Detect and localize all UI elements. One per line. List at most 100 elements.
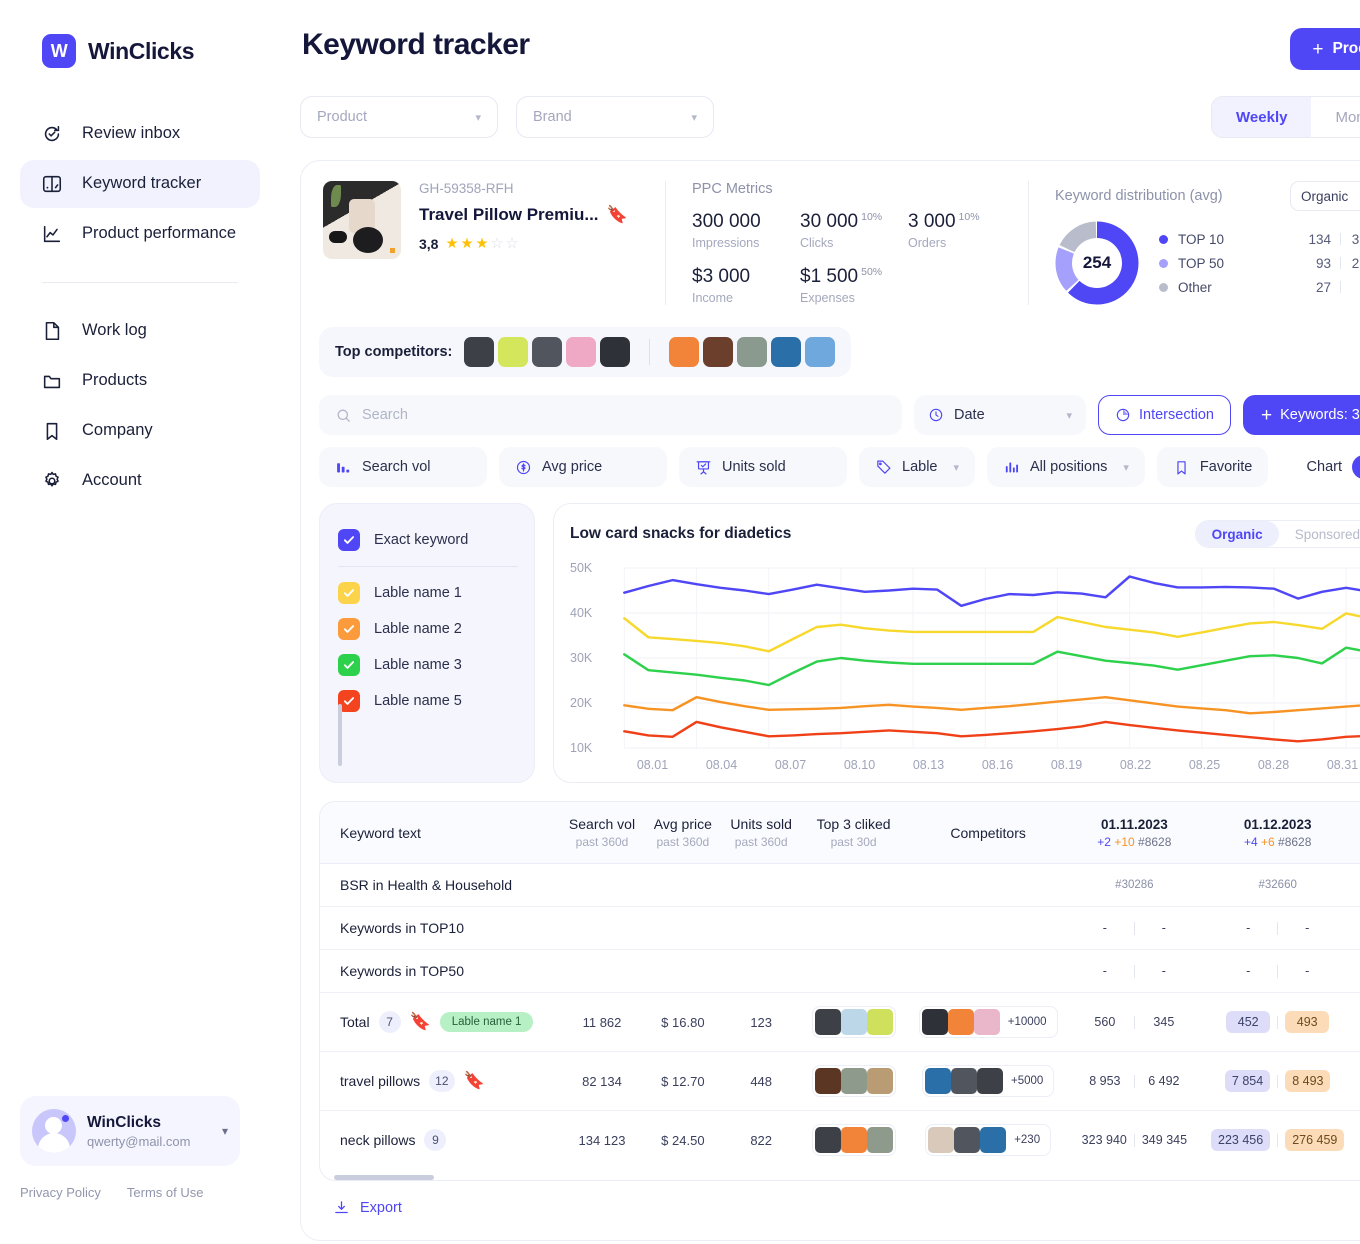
- delta-orange: +10: [1114, 834, 1135, 849]
- tab-sponsored[interactable]: Sponsored: [1279, 521, 1360, 547]
- table-row[interactable]: Total 7 🔖 Lable name 1 11 862 $ 16.80 12…: [320, 992, 1360, 1052]
- bookmark-icon[interactable]: 🔖: [607, 205, 628, 225]
- competitor-thumbnail[interactable]: [464, 337, 495, 367]
- labels-scrollbar[interactable]: [338, 704, 342, 766]
- bars-icon: [1003, 459, 1020, 476]
- chip-units-sold[interactable]: Units sold: [679, 447, 847, 487]
- label-item-2[interactable]: Lable name 2: [338, 611, 518, 647]
- competitor-thumbnail[interactable]: [600, 337, 631, 367]
- sidebar-item-label: Product performance: [82, 224, 237, 243]
- chart-toggle[interactable]: [1352, 455, 1360, 479]
- line-chart-svg: [623, 567, 1360, 749]
- competitor-thumbnail[interactable]: [771, 337, 802, 367]
- label-exact-keyword[interactable]: Exact keyword: [338, 522, 518, 558]
- chip-lable[interactable]: Lable ▾: [859, 447, 976, 487]
- competitors-cell: +5000: [905, 1051, 1071, 1111]
- table-horizontal-scrollbar[interactable]: [334, 1175, 434, 1180]
- tab-organic[interactable]: Organic: [1195, 521, 1279, 547]
- table-row[interactable]: travel pillows 12 🔖 82 134 $ 12.70 448 +…: [320, 1051, 1360, 1111]
- sidebar-item-company[interactable]: Company: [20, 407, 260, 455]
- metric-clicks: 30 000 10% Clicks: [800, 211, 908, 250]
- checkbox-checked-icon[interactable]: [338, 618, 360, 640]
- keyword-text: neck pillows: [340, 1132, 416, 1148]
- sidebar-item-product-performance[interactable]: Product performance: [20, 210, 260, 258]
- avg-price-value: $ 16.80: [644, 992, 722, 1052]
- brand-select[interactable]: Brand ▾: [516, 96, 714, 138]
- add-product-button[interactable]: + Product: [1290, 28, 1360, 70]
- brand-logo[interactable]: W WinClicks: [20, 34, 260, 68]
- keywords-table: Keyword text Search vol past 360d Avg pr…: [319, 801, 1360, 1181]
- competitor-thumbnail[interactable]: [566, 337, 597, 367]
- table-row-top10: Keywords in TOP10 -- -- -: [320, 906, 1360, 950]
- chip-favorite[interactable]: Favorite: [1156, 447, 1269, 487]
- sidebar-item-review-inbox[interactable]: Review inbox: [20, 110, 260, 158]
- table-row[interactable]: neck pillows 9 134 123 $ 24.50 822 +230 …: [320, 1111, 1360, 1170]
- col-date-1[interactable]: 01.11.2023 +2 +10 #8628: [1070, 802, 1199, 864]
- clock-icon: [928, 407, 944, 423]
- label-item-1[interactable]: Lable name 1: [338, 575, 518, 611]
- user-profile-card[interactable]: WinClicks qwerty@mail.com ▾: [20, 1096, 240, 1166]
- chip-avg-price[interactable]: Avg price: [499, 447, 667, 487]
- search-field[interactable]: [319, 395, 902, 435]
- col-units-sold[interactable]: Units sold past 360d: [721, 802, 802, 864]
- chart-region: Exact keyword Lable name 1 Lable name 2: [319, 503, 1360, 783]
- checkbox-checked-icon[interactable]: [338, 654, 360, 676]
- search-input[interactable]: [362, 407, 886, 423]
- chip-all-positions[interactable]: All positions ▾: [987, 447, 1145, 487]
- legend-count: 93: [1315, 255, 1331, 271]
- label-item-3[interactable]: Lable name 3: [338, 647, 518, 683]
- ppc-row-1: 300 000 Impressions 30 000 10% Clicks 3 0…: [692, 211, 1016, 250]
- x-axis-tick: 08.31: [1326, 758, 1359, 772]
- chevron-down-icon: ▾: [1066, 409, 1072, 422]
- sidebar-item-keyword-tracker[interactable]: Keyword tracker: [20, 160, 260, 208]
- competitor-thumbnail[interactable]: [703, 337, 734, 367]
- chevron-down-icon[interactable]: ▾: [222, 1124, 228, 1138]
- bsr-value: #30286: [1070, 863, 1199, 907]
- privacy-policy-link[interactable]: Privacy Policy: [20, 1185, 101, 1200]
- sidebar-item-work-log[interactable]: Work log: [20, 307, 260, 355]
- x-axis-tick: 08.22: [1119, 758, 1152, 772]
- col-keyword-text[interactable]: Keyword text: [320, 802, 560, 864]
- plus-icon: +: [1312, 38, 1324, 60]
- donut-chart: 254: [1055, 221, 1139, 305]
- donut-legend: TOP 10 134 39,1% TOP 50 93 27,7%: [1159, 232, 1360, 295]
- metric-orders: 3 000 10% Orders: [908, 211, 1016, 250]
- bookmark-icon[interactable]: 🔖: [410, 1012, 431, 1032]
- competitor-thumbnail[interactable]: [532, 337, 563, 367]
- chip-search-vol[interactable]: Search vol: [319, 447, 487, 487]
- bookmark-icon[interactable]: 🔖: [464, 1071, 485, 1091]
- col-competitors[interactable]: Competitors: [905, 802, 1071, 864]
- competitors-more: +10000: [1007, 1016, 1047, 1028]
- brand-select-value: Brand: [533, 109, 572, 125]
- col-top3-cliked[interactable]: Top 3 cliked past 30d: [801, 802, 906, 864]
- col-search-vol[interactable]: Search vol past 360d: [559, 802, 645, 864]
- label-item-5[interactable]: Lable name 5: [338, 683, 518, 719]
- keywords-count-button[interactable]: + Keywords: 321: [1242, 395, 1360, 435]
- sidebar-item-products[interactable]: Products: [20, 357, 260, 405]
- app-root: W WinClicks Review inbox Keyword tracker…: [0, 0, 1360, 1244]
- terms-of-use-link[interactable]: Terms of Use: [127, 1185, 204, 1200]
- keyword-text: travel pillows: [340, 1073, 421, 1089]
- keyword-distribution-select[interactable]: Organic ▾: [1290, 181, 1360, 211]
- keyword-count-badge: 9: [424, 1129, 447, 1151]
- intersection-button[interactable]: Intersection: [1098, 395, 1231, 435]
- col-avg-price[interactable]: Avg price past 360d: [644, 802, 722, 864]
- y-axis-tick: 20K: [570, 696, 593, 710]
- product-select[interactable]: Product ▾: [300, 96, 498, 138]
- competitor-thumbnail[interactable]: [498, 337, 529, 367]
- tab-weekly[interactable]: Weekly: [1212, 97, 1312, 137]
- col-date-2[interactable]: 01.12.2023 +4 +6 #8628: [1198, 802, 1357, 864]
- sidebar-item-account[interactable]: Account: [20, 457, 260, 505]
- competitor-thumbnail[interactable]: [737, 337, 768, 367]
- refresh-check-icon: [40, 122, 64, 146]
- competitor-thumbnail[interactable]: [805, 337, 836, 367]
- checkbox-checked-icon[interactable]: [338, 529, 360, 551]
- metric-sup: 10%: [958, 211, 980, 223]
- brand-mark-icon: W: [42, 34, 76, 68]
- tab-monthly[interactable]: Monthly: [1311, 97, 1360, 137]
- date-select[interactable]: Date ▾: [914, 395, 1086, 435]
- competitor-thumbnail[interactable]: [669, 337, 700, 367]
- export-button[interactable]: Export: [319, 1181, 1360, 1218]
- checkbox-checked-icon[interactable]: [338, 582, 360, 604]
- chart-x-axis: 08.01 08.04 08.07 08.10 08.13 08.16 08.19 08.22…: [570, 758, 1360, 772]
